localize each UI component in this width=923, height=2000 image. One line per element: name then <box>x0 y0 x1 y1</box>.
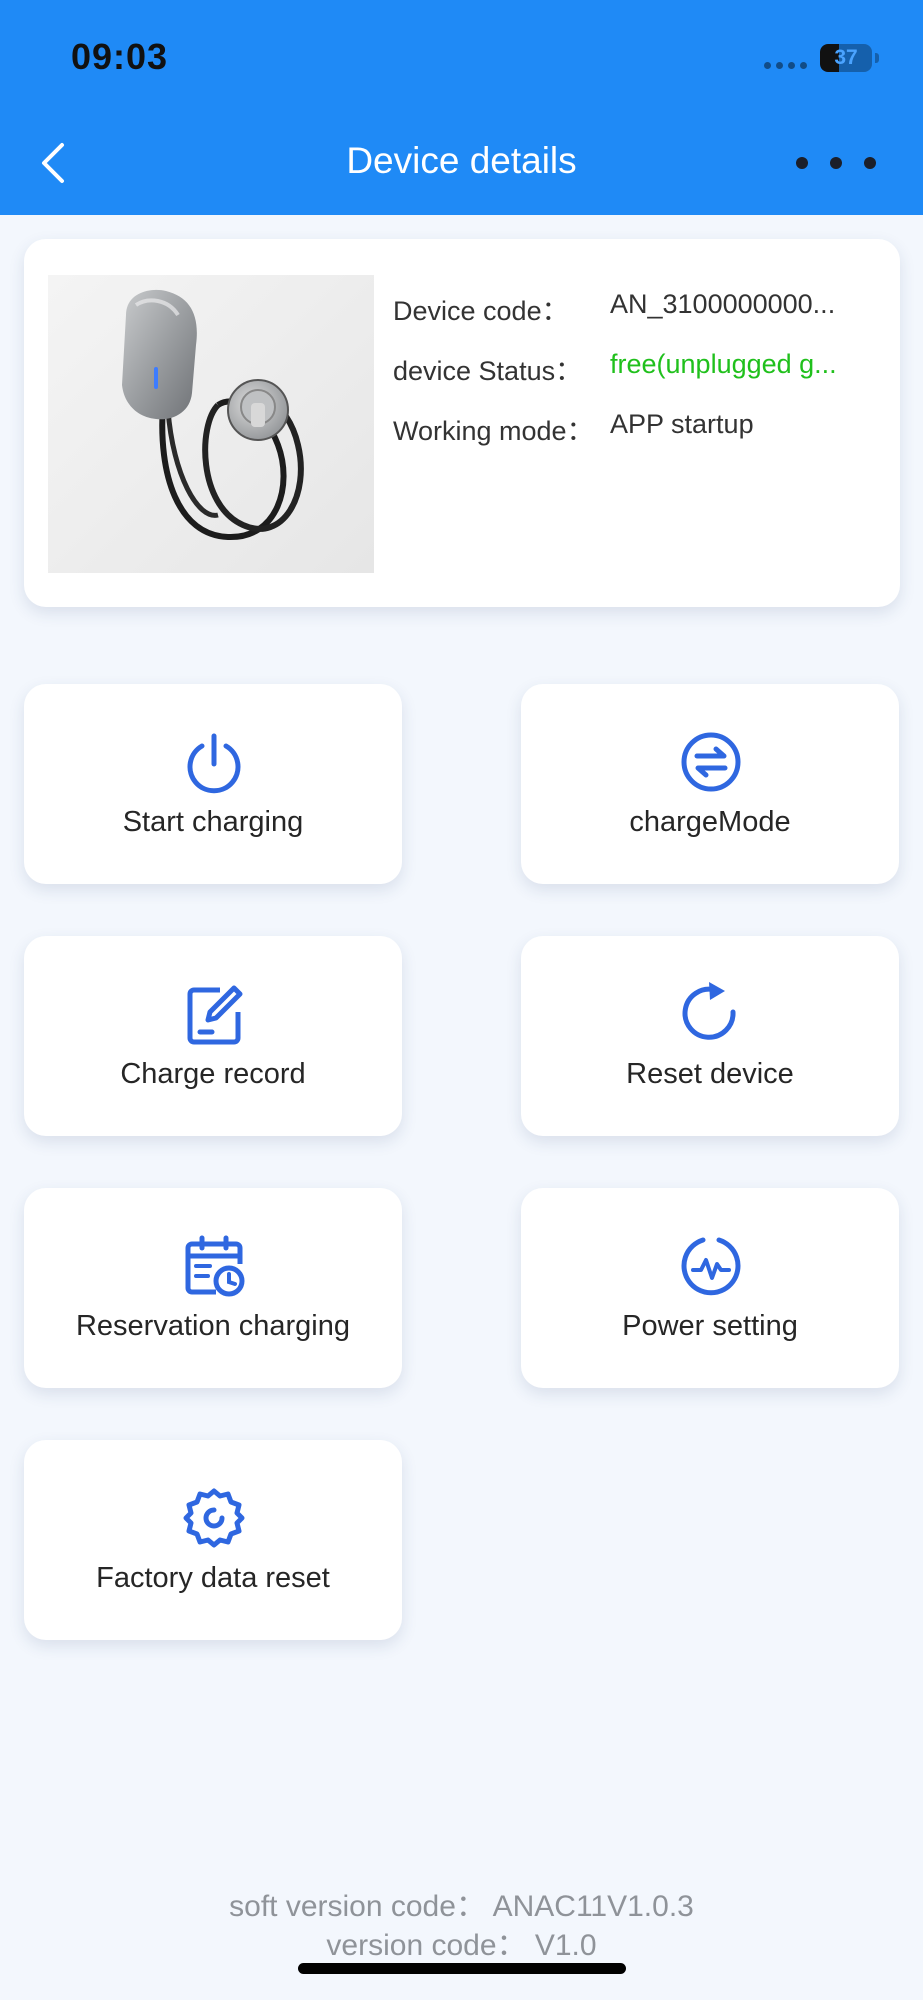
more-button[interactable] <box>796 148 876 178</box>
factory-data-reset-button[interactable]: Factory data reset <box>24 1440 402 1640</box>
charge-record-button[interactable]: Charge record <box>24 936 402 1136</box>
power-setting-label: Power setting <box>622 1310 798 1342</box>
refresh-icon <box>682 982 736 1040</box>
battery-level: 37 <box>834 46 858 69</box>
charge-mode-label: chargeMode <box>629 806 791 838</box>
reservation-charging-label: Reservation charging <box>75 1310 351 1342</box>
settings-gear-icon <box>183 1488 245 1548</box>
pulse-gauge-icon <box>681 1237 741 1296</box>
version-text: version code： V1.0 <box>326 1929 597 1962</box>
reset-device-button[interactable]: Reset device <box>521 936 899 1136</box>
device-code-label: Device code： <box>393 296 569 326</box>
reservation-charging-button[interactable]: Reservation charging <box>24 1188 402 1388</box>
header-bar: 09:03 37 Device details <box>0 0 923 215</box>
factory-data-reset-label: Factory data reset <box>96 1562 330 1594</box>
device-info-card: Device code： AN_3100000000... device Sta… <box>24 239 900 607</box>
reset-device-label: Reset device <box>626 1058 794 1090</box>
calendar-clock-icon <box>185 1235 245 1297</box>
charge-record-label: Charge record <box>120 1058 306 1090</box>
device-status-value: free(unplugged g... <box>610 349 837 379</box>
more-horizontal-icon <box>796 157 808 169</box>
start-charging-button[interactable]: Start charging <box>24 684 402 884</box>
status-time: 09:03 <box>71 36 169 77</box>
battery-tip <box>875 53 879 63</box>
signal-icon <box>764 62 807 69</box>
edit-note-icon <box>187 985 243 1045</box>
charge-mode-button[interactable]: chargeMode <box>521 684 899 884</box>
power-setting-button[interactable]: Power setting <box>521 1188 899 1388</box>
page-title: Device details <box>346 140 577 181</box>
device-image <box>48 275 374 573</box>
soft-version-text: soft version code： ANAC11V1.0.3 <box>229 1890 694 1923</box>
power-icon <box>187 733 241 794</box>
home-indicator[interactable] <box>298 1963 626 1974</box>
battery-icon: 37 <box>820 44 872 72</box>
device-status-label: device Status： <box>393 356 583 386</box>
start-charging-label: Start charging <box>122 806 304 838</box>
ev-charger-image <box>122 289 304 541</box>
working-mode-label: Working mode： <box>393 416 594 446</box>
swap-arrows-icon <box>681 732 741 792</box>
working-mode-value: APP startup <box>610 409 754 439</box>
device-code-value: AN_3100000000... <box>610 289 836 319</box>
